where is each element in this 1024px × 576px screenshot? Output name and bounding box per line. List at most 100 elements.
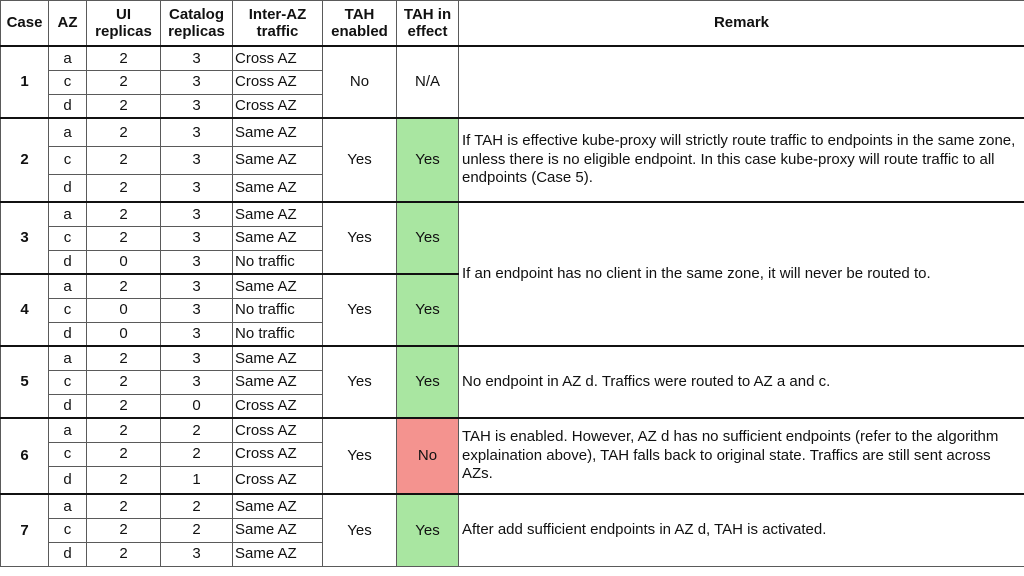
ui-replicas-cell: 0 (86, 321, 161, 347)
traffic-cell: Same AZ (232, 273, 323, 299)
az-cell: a (48, 201, 87, 227)
header-remark: Remark (458, 0, 1024, 47)
traffic-cell: Same AZ (232, 345, 323, 371)
catalog-replicas-cell: 3 (160, 93, 233, 119)
traffic-cell: No traffic (232, 321, 323, 347)
az-cell: a (48, 417, 87, 443)
catalog-replicas-cell: 0 (160, 393, 233, 419)
table-row: 6 a 2 2 Cross AZ Yes No TAH is enabled. … (0, 417, 1024, 495)
traffic-cell: Cross AZ (232, 465, 323, 495)
header-ui-replicas: UI replicas (86, 0, 161, 47)
traffic-cell: Same AZ (232, 225, 323, 251)
table-row: 2 a 2 3 Same AZ Yes Yes If TAH is effect… (0, 117, 1024, 203)
ui-replicas-cell: 2 (86, 465, 161, 495)
remark-cell: If an endpoint has no client in the same… (458, 201, 1024, 347)
traffic-cell: Same AZ (232, 173, 323, 203)
tah-in-effect-cell: No (396, 417, 459, 495)
az-cell: d (48, 249, 87, 275)
traffic-cell: Same AZ (232, 117, 323, 147)
tah-enabled-cell: Yes (322, 417, 397, 495)
catalog-replicas-cell: 3 (160, 541, 233, 567)
catalog-replicas-cell: 2 (160, 517, 233, 543)
traffic-cell: Same AZ (232, 145, 323, 175)
traffic-cell: Cross AZ (232, 393, 323, 419)
catalog-replicas-cell: 3 (160, 201, 233, 227)
remark-cell: After add sufficient endpoints in AZ d, … (458, 493, 1024, 567)
table-row: 3 a 2 3 Same AZ Yes Yes If an endpoint h… (0, 201, 1024, 347)
az-cell: a (48, 345, 87, 371)
catalog-replicas-cell: 3 (160, 225, 233, 251)
catalog-replicas-cell: 3 (160, 321, 233, 347)
ui-replicas-cell: 2 (86, 517, 161, 543)
tah-in-effect-cell: Yes (396, 493, 459, 567)
catalog-replicas-cell: 2 (160, 441, 233, 467)
az-cell: c (48, 225, 87, 251)
az-cell: a (48, 117, 87, 147)
header-catalog-replicas: Catalog replicas (160, 0, 233, 47)
ui-replicas-cell: 2 (86, 69, 161, 95)
header-case: Case (0, 0, 49, 47)
table-row: 7 a 2 2 Same AZ Yes Yes After add suffic… (0, 493, 1024, 567)
az-cell: d (48, 465, 87, 495)
tah-in-effect-cell: Yes (396, 345, 459, 419)
catalog-replicas-cell: 3 (160, 273, 233, 299)
tah-enabled-cell: Yes (322, 345, 397, 419)
ui-replicas-cell: 2 (86, 93, 161, 119)
header-tah-enabled: TAH enabled (322, 0, 397, 47)
tah-in-effect-cell: Yes (396, 117, 459, 203)
remark-cell (458, 45, 1024, 119)
az-cell: a (48, 273, 87, 299)
traffic-cell: Same AZ (232, 201, 323, 227)
az-cell: c (48, 517, 87, 543)
remark-cell: TAH is enabled. However, AZ d has no suf… (458, 417, 1024, 495)
ui-replicas-cell: 2 (86, 417, 161, 443)
catalog-replicas-cell: 3 (160, 69, 233, 95)
az-cell: c (48, 441, 87, 467)
catalog-replicas-cell: 3 (160, 45, 233, 71)
traffic-cell: Cross AZ (232, 45, 323, 71)
tah-in-effect-cell: Yes (396, 273, 459, 347)
catalog-replicas-cell: 3 (160, 173, 233, 203)
az-cell: d (48, 93, 87, 119)
traffic-cell: Same AZ (232, 517, 323, 543)
tah-enabled-cell: No (322, 45, 397, 119)
case-number: 3 (0, 201, 49, 275)
ui-replicas-cell: 2 (86, 201, 161, 227)
ui-replicas-cell: 2 (86, 273, 161, 299)
remark-cell: No endpoint in AZ d. Traffics were route… (458, 345, 1024, 419)
header-inter-az-traffic: Inter-AZ traffic (232, 0, 323, 47)
traffic-cell: No traffic (232, 297, 323, 323)
catalog-replicas-cell: 3 (160, 297, 233, 323)
tah-in-effect-cell: N/A (396, 45, 459, 119)
tah-enabled-cell: Yes (322, 117, 397, 203)
ui-replicas-cell: 2 (86, 393, 161, 419)
az-cell: d (48, 321, 87, 347)
ui-replicas-cell: 2 (86, 441, 161, 467)
az-cell: d (48, 541, 87, 567)
case-number: 4 (0, 273, 49, 347)
tah-enabled-cell: Yes (322, 493, 397, 567)
catalog-replicas-cell: 1 (160, 465, 233, 495)
remark-cell: If TAH is effective kube-proxy will stri… (458, 117, 1024, 203)
case-number: 2 (0, 117, 49, 203)
catalog-replicas-cell: 3 (160, 249, 233, 275)
tah-in-effect-cell: Yes (396, 201, 459, 275)
ui-replicas-cell: 2 (86, 369, 161, 395)
ui-replicas-cell: 0 (86, 297, 161, 323)
ui-replicas-cell: 2 (86, 345, 161, 371)
ui-replicas-cell: 2 (86, 493, 161, 519)
case-number: 7 (0, 493, 49, 567)
traffic-cell: Cross AZ (232, 93, 323, 119)
catalog-replicas-cell: 3 (160, 345, 233, 371)
traffic-cell: Same AZ (232, 369, 323, 395)
az-cell: c (48, 369, 87, 395)
az-cell: c (48, 297, 87, 323)
header-tah-in-effect: TAH in effect (396, 0, 459, 47)
catalog-replicas-cell: 2 (160, 417, 233, 443)
az-cell: c (48, 145, 87, 175)
catalog-replicas-cell: 3 (160, 145, 233, 175)
traffic-cell: Cross AZ (232, 441, 323, 467)
catalog-replicas-cell: 3 (160, 369, 233, 395)
traffic-cell: Same AZ (232, 493, 323, 519)
az-cell: d (48, 173, 87, 203)
